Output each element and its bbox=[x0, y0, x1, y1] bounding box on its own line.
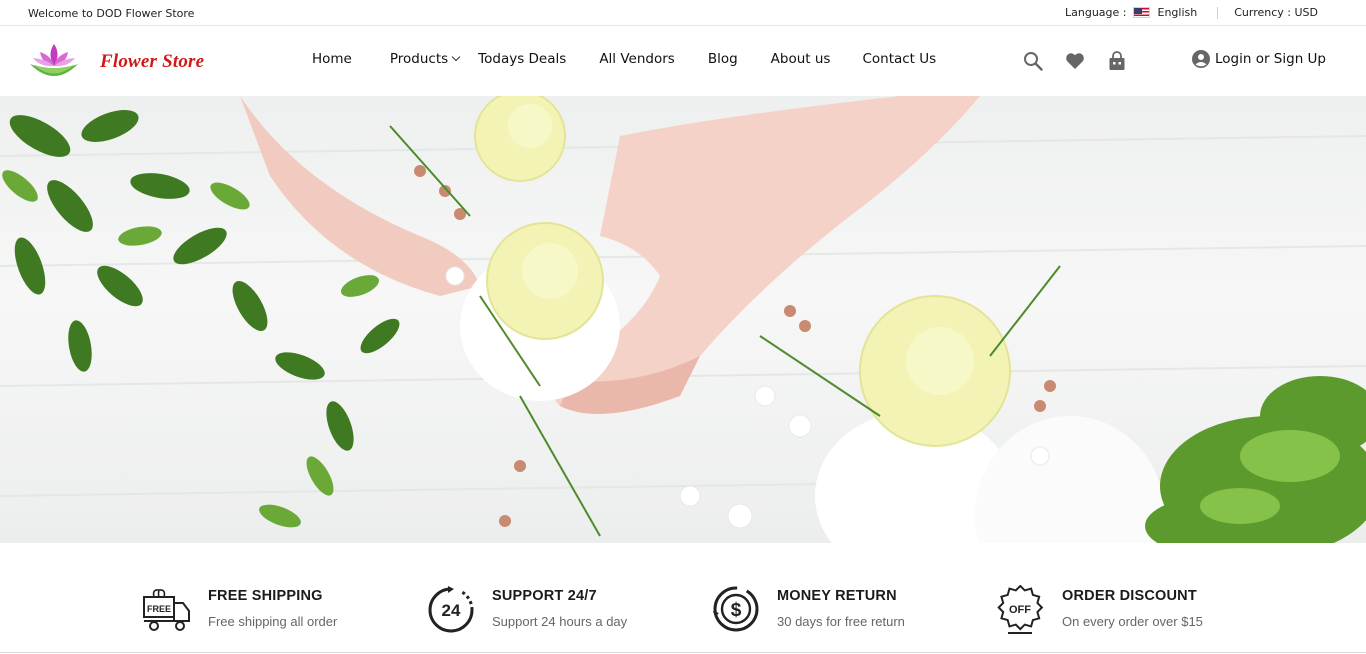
hero-banner bbox=[0, 96, 1366, 543]
feature-text: SUPPORT 24/7 Support 24 hours a day bbox=[492, 585, 627, 629]
discount-badge-icon: OFF bbox=[997, 585, 1044, 634]
language-label: Language : bbox=[1065, 6, 1127, 19]
user-avatar-icon bbox=[1192, 50, 1210, 68]
feature-title: SUPPORT 24/7 bbox=[492, 588, 597, 604]
login-signup-link[interactable]: Login or Sign Up bbox=[1192, 50, 1326, 68]
feature-title: MONEY RETURN bbox=[777, 588, 897, 604]
search-icon[interactable] bbox=[1022, 50, 1044, 72]
feature-subtitle: 30 days for free return bbox=[777, 614, 905, 629]
features-strip: FREE FREE SHIPPING Free shipping all ord… bbox=[0, 543, 1366, 653]
nav-products[interactable]: Products bbox=[389, 51, 461, 67]
chevron-down-icon bbox=[451, 52, 461, 62]
feature-text: ORDER DISCOUNT On every order over $15 bbox=[1062, 585, 1203, 629]
feature-money-return: $ MONEY RETURN 30 days for free return bbox=[711, 585, 905, 635]
nav-all-vendors[interactable]: All Vendors bbox=[599, 51, 675, 67]
feature-text: FREE SHIPPING Free shipping all order bbox=[208, 585, 337, 629]
lotus-logo-icon bbox=[30, 44, 78, 76]
money-icon-text: $ bbox=[731, 600, 742, 621]
nav-about-us[interactable]: About us bbox=[771, 51, 831, 67]
currency-selector[interactable]: Currency : USD bbox=[1234, 6, 1318, 19]
discount-icon-text: OFF bbox=[1009, 604, 1031, 616]
feature-support: 24 SUPPORT 24/7 Support 24 hours a day bbox=[426, 585, 627, 635]
nav-contact-us[interactable]: Contact Us bbox=[862, 51, 936, 67]
heart-icon[interactable] bbox=[1064, 50, 1086, 72]
nav-home[interactable]: Home bbox=[312, 51, 352, 67]
language-selector[interactable]: English bbox=[1158, 6, 1198, 19]
feature-subtitle: Support 24 hours a day bbox=[492, 614, 628, 629]
feature-subtitle: On every order over $15 bbox=[1062, 614, 1203, 629]
feature-order-discount: OFF ORDER DISCOUNT On every order over $… bbox=[996, 585, 1203, 635]
header-actions bbox=[1022, 50, 1128, 72]
main-header: Flower Store Home Products Todays Deals … bbox=[0, 26, 1366, 96]
nav-products-label: Products bbox=[389, 51, 449, 67]
money-return-icon: $ bbox=[713, 586, 759, 632]
hero-flower-arrangement-image bbox=[0, 96, 1366, 543]
nav-todays-deals[interactable]: Todays Deals bbox=[478, 51, 566, 67]
shopping-bag-icon[interactable] bbox=[1106, 50, 1128, 72]
feature-text: MONEY RETURN 30 days for free return bbox=[777, 585, 905, 629]
login-label: Login or Sign Up bbox=[1215, 51, 1326, 67]
feature-title: FREE SHIPPING bbox=[208, 588, 323, 604]
brand-name: Flower Store bbox=[100, 51, 205, 72]
us-flag-icon[interactable] bbox=[1132, 7, 1150, 18]
nav-blog[interactable]: Blog bbox=[708, 51, 738, 67]
main-nav: Home Products Todays Deals All Vendors B… bbox=[312, 51, 936, 67]
support-24-icon: 24 bbox=[428, 586, 474, 633]
support-icon-text: 24 bbox=[442, 601, 461, 620]
feature-free-shipping: FREE FREE SHIPPING Free shipping all ord… bbox=[142, 585, 337, 635]
topbar-right: Language : English Currency : USD bbox=[1065, 6, 1318, 19]
feature-subtitle: Free shipping all order bbox=[208, 614, 338, 629]
topbar-divider bbox=[1217, 6, 1219, 19]
welcome-text: Welcome to DOD Flower Store bbox=[28, 7, 195, 20]
feature-title: ORDER DISCOUNT bbox=[1062, 588, 1197, 604]
free-icon-text: FREE bbox=[147, 604, 171, 614]
logo-link[interactable]: Flower Store bbox=[28, 44, 204, 80]
top-utility-bar: Welcome to DOD Flower Store Language : E… bbox=[0, 0, 1366, 26]
free-truck-icon: FREE bbox=[143, 589, 190, 631]
